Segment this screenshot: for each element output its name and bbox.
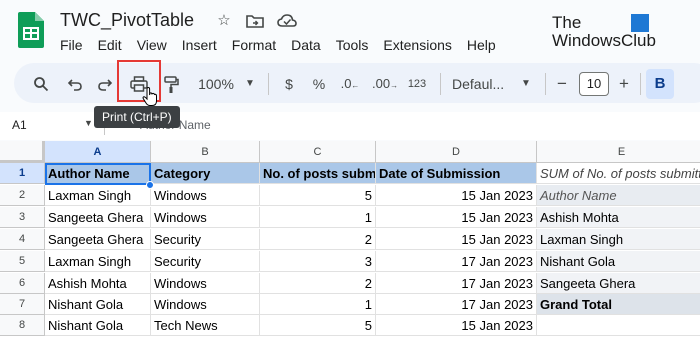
select-all-corner[interactable] (0, 141, 45, 163)
cell-c6[interactable]: 2 (260, 273, 376, 294)
row-header-5[interactable]: 5 (0, 251, 45, 272)
cell-a7[interactable]: Nishant Gola (45, 294, 151, 315)
cell-a5[interactable]: Laxman Singh (45, 251, 151, 272)
cell-a8[interactable]: Nishant Gola (45, 315, 151, 336)
toolbar-divider (268, 73, 269, 95)
watermark-line2: WindowsClub (552, 31, 656, 50)
cell-b8[interactable]: Tech News (151, 315, 260, 336)
cell-d5[interactable]: 17 Jan 2023 (376, 251, 537, 272)
more-formats-button[interactable]: 123 (404, 73, 430, 95)
cell-b4[interactable]: Security (151, 229, 260, 250)
cell-d3[interactable]: 15 Jan 2023 (376, 207, 537, 228)
decrease-font-size-button[interactable]: − (553, 73, 571, 95)
undo-icon[interactable] (64, 73, 86, 95)
active-cell-border (45, 163, 151, 185)
cell-a3[interactable]: Sangeeta Ghera (45, 207, 151, 228)
name-box[interactable]: A1 (12, 118, 27, 132)
cell-d6[interactable]: 17 Jan 2023 (376, 273, 537, 294)
column-header-d[interactable]: D (376, 141, 537, 163)
fill-handle[interactable] (146, 181, 154, 189)
menu-help[interactable]: Help (467, 37, 496, 55)
zoom-select[interactable]: 100% (194, 73, 238, 95)
row-header-6[interactable]: 6 (0, 273, 45, 294)
menu-edit[interactable]: Edit (98, 37, 122, 55)
search-menus-icon[interactable] (30, 73, 52, 95)
toolbar-divider (545, 73, 546, 95)
column-header-a[interactable]: A (45, 141, 151, 163)
move-to-folder-icon[interactable] (246, 13, 264, 29)
toolbar-divider (440, 73, 441, 95)
watermark-logo-icon (631, 14, 649, 32)
row-header-1[interactable]: 1 (0, 163, 45, 184)
pivot-title-cell[interactable]: SUM of No. of posts submitted (537, 163, 700, 184)
font-size-input[interactable]: 10 (579, 72, 609, 96)
cell-d2[interactable]: 15 Jan 2023 (376, 185, 537, 206)
menu-tools[interactable]: Tools (336, 37, 369, 55)
pivot-row-label-cell[interactable]: Author Name (537, 185, 700, 206)
format-percent-button[interactable]: % (310, 73, 328, 95)
hand-cursor-icon (142, 87, 157, 106)
decrease-decimal-button[interactable]: .0← (338, 73, 362, 95)
cell-d7[interactable]: 17 Jan 2023 (376, 294, 537, 315)
cell-a4[interactable]: Sangeeta Ghera (45, 229, 151, 250)
pivot-row-cell[interactable]: Laxman Singh (537, 229, 700, 250)
cell-a2[interactable]: Laxman Singh (45, 185, 151, 206)
column-header-e[interactable]: E (537, 141, 700, 163)
paint-format-icon[interactable] (160, 73, 182, 95)
cell-d8[interactable]: 15 Jan 2023 (376, 315, 537, 336)
watermark-line1: The (552, 13, 582, 32)
cell-c4[interactable]: 2 (260, 229, 376, 250)
menu-data[interactable]: Data (291, 37, 321, 55)
decrease-decimal-label: .0 (340, 76, 352, 91)
cell-b1[interactable]: Category (151, 163, 260, 184)
cell-d1[interactable]: Date of Submission (376, 163, 537, 184)
row-header-3[interactable]: 3 (0, 207, 45, 228)
cell-c3[interactable]: 1 (260, 207, 376, 228)
cell-b5[interactable]: Security (151, 251, 260, 272)
cell-c7[interactable]: 1 (260, 294, 376, 315)
menu-format[interactable]: Format (232, 37, 276, 55)
row-header-7[interactable]: 7 (0, 294, 45, 315)
increase-decimal-button[interactable]: .00→ (372, 73, 398, 95)
cell-c8[interactable]: 5 (260, 315, 376, 336)
print-tooltip: Print (Ctrl+P) (94, 106, 180, 128)
cell-b2[interactable]: Windows (151, 185, 260, 206)
font-family-select[interactable]: Defaul... (452, 73, 512, 95)
menu-file[interactable]: File (60, 37, 83, 55)
menu-insert[interactable]: Insert (182, 37, 217, 55)
cell-d4[interactable]: 15 Jan 2023 (376, 229, 537, 250)
cell-b3[interactable]: Windows (151, 207, 260, 228)
row-header-4[interactable]: 4 (0, 229, 45, 250)
cell-c5[interactable]: 3 (260, 251, 376, 272)
document-title[interactable]: TWC_PivotTable (60, 10, 194, 31)
redo-icon[interactable] (94, 73, 116, 95)
name-box-chevron-down-icon[interactable]: ▼ (84, 118, 93, 128)
zoom-chevron-down-icon[interactable]: ▼ (243, 73, 257, 95)
cell-b6[interactable]: Windows (151, 273, 260, 294)
cell-b7[interactable]: Windows (151, 294, 260, 315)
row-header-8[interactable]: 8 (0, 315, 45, 336)
column-header-b[interactable]: B (151, 141, 260, 163)
menu-extensions[interactable]: Extensions (383, 37, 451, 55)
row-header-2[interactable]: 2 (0, 185, 45, 206)
star-icon[interactable]: ☆ (215, 12, 233, 30)
cell-e8[interactable] (537, 315, 700, 336)
toolbar-divider (640, 73, 641, 95)
cell-c2[interactable]: 5 (260, 185, 376, 206)
pivot-row-cell[interactable]: Nishant Gola (537, 251, 700, 272)
bold-button[interactable]: B (646, 69, 674, 99)
format-currency-button[interactable]: $ (280, 73, 298, 95)
increase-font-size-button[interactable]: + (615, 73, 633, 95)
column-header-c[interactable]: C (260, 141, 376, 163)
menu-bar: File Edit View Insert Format Data Tools … (60, 37, 496, 55)
cell-c1[interactable]: No. of posts submitted (260, 163, 376, 184)
font-chevron-down-icon[interactable]: ▼ (520, 73, 532, 95)
sheets-logo-icon[interactable] (18, 12, 44, 48)
cloud-status-icon[interactable] (277, 13, 297, 29)
menu-view[interactable]: View (137, 37, 167, 55)
pivot-grand-total-cell[interactable]: Grand Total (537, 294, 700, 315)
pivot-row-cell[interactable]: Sangeeta Ghera (537, 273, 700, 294)
pivot-row-cell[interactable]: Ashish Mohta (537, 207, 700, 228)
cell-a6[interactable]: Ashish Mohta (45, 273, 151, 294)
